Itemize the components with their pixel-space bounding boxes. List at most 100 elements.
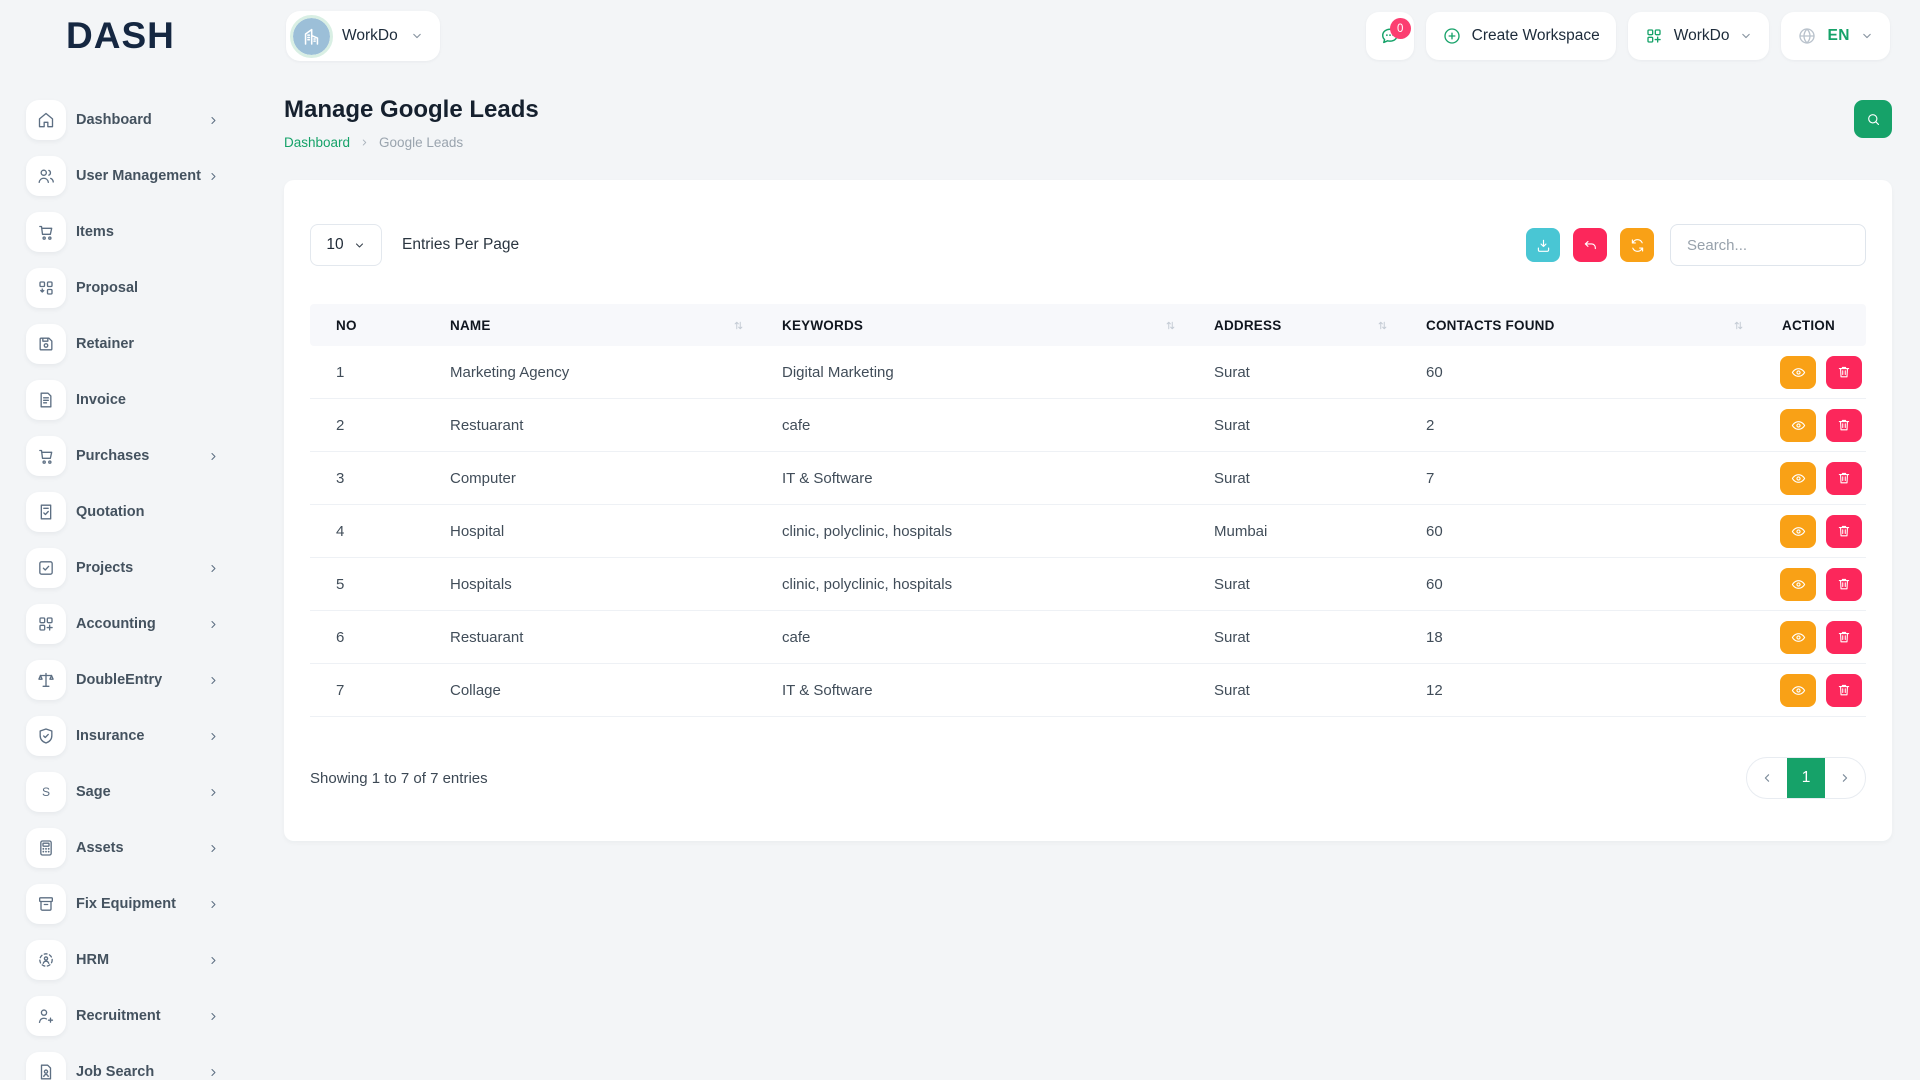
view-lead-button[interactable] [1780,673,1816,707]
refresh-icon [1629,237,1646,254]
sidebar-item-label: Fix Equipment [76,896,176,912]
sidebar-item-label: Assets [76,840,124,856]
previous-page-button[interactable] [1747,758,1787,798]
column-header[interactable]: ADDRESS [1188,318,1400,333]
chevron-right-icon [207,450,220,463]
sidebar-item[interactable]: Items [0,212,250,252]
delete-lead-button[interactable] [1826,514,1862,548]
chevron-right-icon [207,562,220,575]
column-header[interactable]: NAME [424,318,756,333]
grid-plus-icon [1644,26,1664,46]
sidebar-item[interactable]: Recruitment [0,996,250,1036]
entries-per-page-label: Entries Per Page [402,236,520,253]
eye-icon [1790,417,1807,434]
cell-address: Surat [1214,363,1250,381]
cell-address: Surat [1214,416,1250,434]
search-toggle-button[interactable] [1854,100,1892,138]
view-lead-button[interactable] [1780,461,1816,495]
cell-contacts-found: 60 [1426,363,1443,381]
eye-icon [1790,364,1807,381]
workspace-menu-button[interactable]: WorkDo [1627,12,1770,60]
next-page-button[interactable] [1825,758,1865,798]
table-header-row: NO NAME KEYWORDS ADDRESS CONTACTS FOUND [310,304,1866,346]
cell-name: Hospital [450,522,505,540]
chevron-right-icon [207,1066,220,1079]
sidebar-item[interactable]: Assets [0,828,250,868]
export-button[interactable] [1526,228,1560,262]
sidebar-item[interactable]: Accounting [0,604,250,644]
view-lead-button[interactable] [1780,355,1816,389]
sidebar-item[interactable]: Purchases [0,436,250,476]
sort-icon[interactable] [731,318,746,333]
sidebar-item-label: Projects [76,560,134,576]
chevron-right-icon [207,954,220,967]
cell-no: 7 [336,681,345,699]
cell-actions [1756,567,1866,601]
page-number-active[interactable]: 1 [1787,758,1825,798]
delete-lead-button[interactable] [1826,673,1862,707]
create-workspace-button[interactable]: Create Workspace [1425,12,1616,60]
delete-lead-button[interactable] [1826,620,1862,654]
column-header[interactable]: NO [310,318,424,333]
language-selector[interactable]: EN [1781,12,1890,60]
cell-name: Marketing Agency [450,363,570,381]
view-lead-button[interactable] [1780,567,1816,601]
sidebar-item[interactable]: Quotation [0,492,250,532]
delete-lead-button[interactable] [1826,355,1862,389]
sidebar-item[interactable]: Projects [0,548,250,588]
table-row: 2 Restuarant cafe Surat 2 [310,399,1866,452]
sidebar-item[interactable]: Invoice [0,380,250,420]
messages-button[interactable]: 0 [1365,12,1414,60]
workspace-selector[interactable]: WorkDo [286,11,440,61]
sidebar-item[interactable]: DoubleEntry [0,660,250,700]
chevron-right-icon [359,137,370,148]
cell-no: 5 [336,575,345,593]
scale-icon [26,660,66,700]
cell-contacts-found: 2 [1426,416,1435,434]
sidebar-item[interactable]: Fix Equipment [0,884,250,924]
cart-icon [26,436,66,476]
column-header[interactable]: ACTION [1756,318,1866,333]
chevron-right-icon [207,170,220,183]
sort-icon[interactable] [1375,318,1390,333]
breadcrumb-dashboard-link[interactable]: Dashboard [284,135,350,150]
sidebar-item[interactable]: Proposal [0,268,250,308]
sidebar-item-label: Retainer [76,336,135,352]
sort-icon[interactable] [1163,318,1178,333]
sidebar-item[interactable]: HRM [0,940,250,980]
sidebar-item[interactable]: Insurance [0,716,250,756]
delete-lead-button[interactable] [1826,408,1862,442]
cell-actions [1756,620,1866,654]
cell-keywords: cafe [782,628,811,646]
chevron-left-icon [1760,771,1774,785]
search-input[interactable] [1670,224,1866,266]
cell-actions [1756,408,1866,442]
view-lead-button[interactable] [1780,514,1816,548]
entries-per-page-select[interactable]: 10 [310,224,382,266]
table-row: 3 Computer IT & Software Surat 7 [310,452,1866,505]
sidebar-item[interactable]: S Sage [0,772,250,812]
chevron-right-icon [1838,771,1852,785]
cell-contacts-found: 60 [1426,575,1443,593]
sidebar-item[interactable]: User Management [0,156,250,196]
reset-button[interactable] [1573,228,1607,262]
main-content: Manage Google Leads Dashboard Google Lea… [250,72,1920,1080]
home-icon [26,100,66,140]
sort-icon[interactable] [1731,318,1746,333]
cell-keywords: IT & Software [782,681,873,699]
column-header[interactable]: CONTACTS FOUND [1400,318,1756,333]
sidebar-item[interactable]: Retainer [0,324,250,364]
column-header[interactable]: KEYWORDS [756,318,1188,333]
cell-name: Computer [450,469,516,487]
delete-lead-button[interactable] [1826,567,1862,601]
view-lead-button[interactable] [1780,408,1816,442]
sidebar-item[interactable]: Job Search [0,1052,250,1080]
checkbox-icon [26,548,66,588]
trash-icon [1836,417,1852,433]
view-lead-button[interactable] [1780,620,1816,654]
refresh-button[interactable] [1620,228,1654,262]
logo[interactable]: DASH [0,15,250,57]
cell-contacts-found: 7 [1426,469,1435,487]
sidebar-item[interactable]: Dashboard [0,100,250,140]
delete-lead-button[interactable] [1826,461,1862,495]
